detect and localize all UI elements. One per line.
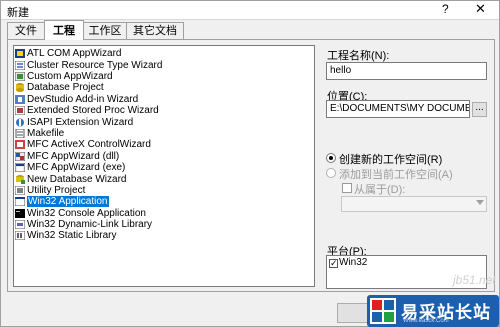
create-new-workspace-label: 创建新的工作空间(R)	[339, 154, 443, 166]
project-name-input[interactable]: hello	[326, 62, 487, 80]
list-item[interactable]: DevStudio Add-in Wizard	[15, 94, 138, 105]
add-to-workspace-label: 添加到当前工作空间(A)	[339, 169, 453, 181]
list-item-label: ATL COM AppWizard	[27, 48, 122, 59]
mfc-dll-icon	[15, 152, 25, 161]
browse-button[interactable]: ...	[472, 102, 487, 117]
list-item-label: MFC AppWizard (dll)	[27, 151, 120, 162]
list-item-label: Cluster Resource Type Wizard	[27, 60, 163, 71]
list-item-label: MFC ActiveX ControlWizard	[27, 139, 151, 150]
platform-checkbox[interactable]: ✓	[329, 259, 338, 268]
list-item-label: Win32 Static Library	[27, 230, 117, 241]
project-name-label: 工程名称(N):	[327, 50, 390, 62]
isapi-icon	[16, 118, 24, 127]
cluster-icon	[15, 61, 25, 70]
chevron-down-icon	[476, 200, 484, 205]
watermark: jb51.net	[453, 273, 496, 287]
dependency-select[interactable]	[341, 196, 487, 212]
utility-icon	[15, 186, 25, 195]
list-item-label: Win32 Application	[27, 196, 109, 207]
tab-workspaces[interactable]: 工作区	[83, 22, 127, 39]
tab-files[interactable]: 文件	[7, 22, 45, 39]
list-item[interactable]: MFC AppWizard (dll)	[15, 151, 119, 162]
list-item[interactable]: Win32 Console Application	[15, 208, 146, 219]
list-item-label: Extended Stored Proc Wizard	[27, 105, 159, 116]
mfc-exe-icon	[15, 163, 25, 172]
list-item-label: Win32 Dynamic-Link Library	[27, 219, 153, 230]
logo-subtext: Www.easck.Com	[403, 318, 449, 324]
list-item[interactable]: Utility Project	[15, 185, 85, 196]
list-item-label: Utility Project	[27, 185, 86, 196]
list-item[interactable]: Makefile	[15, 128, 64, 139]
list-item[interactable]: MFC ActiveX ControlWizard	[15, 139, 151, 150]
list-item-label: ISAPI Extension Wizard	[27, 117, 134, 128]
list-item-label: Makefile	[27, 128, 65, 139]
list-item[interactable]: Extended Stored Proc Wizard	[15, 105, 159, 116]
help-button[interactable]: ?	[442, 2, 449, 16]
list-item[interactable]: MFC AppWizard (exe)	[15, 162, 125, 173]
new-database-icon	[16, 175, 25, 184]
platform-item-label: Win32	[339, 257, 368, 268]
close-button[interactable]: ✕	[475, 1, 486, 17]
static-lib-icon	[15, 231, 25, 240]
win32-app-icon	[15, 197, 25, 206]
list-item-selected[interactable]: Win32 Application	[15, 196, 109, 207]
list-item[interactable]: Win32 Static Library	[15, 230, 116, 241]
location-input[interactable]: E:\DOCUMENTS\MY DOCUMENT	[326, 100, 470, 118]
new-dialog-window: 新建 ? ✕ 文件 工程 工作区 其它文档 ATL COM AppWizard …	[0, 0, 500, 327]
addin-icon	[15, 95, 25, 104]
site-logo: 易采站长站 Www.easck.Com	[367, 295, 499, 327]
atl-icon	[15, 49, 25, 58]
tab-other-documents[interactable]: 其它文档	[126, 22, 184, 39]
database-icon	[16, 83, 24, 92]
list-item-label: DevStudio Add-in Wizard	[27, 94, 139, 105]
custom-wizard-icon	[15, 72, 25, 81]
list-item[interactable]: Cluster Resource Type Wizard	[15, 60, 162, 71]
makefile-icon	[15, 129, 25, 138]
add-to-workspace-radio[interactable]	[326, 168, 336, 178]
project-type-list[interactable]: ATL COM AppWizard Cluster Resource Type …	[13, 45, 315, 287]
list-item-label: Custom AppWizard	[27, 71, 113, 82]
console-icon	[15, 209, 25, 218]
list-item[interactable]: Database Project	[15, 82, 104, 93]
stored-proc-icon	[15, 106, 25, 115]
activex-icon	[15, 140, 25, 149]
list-item-label: Database Project	[27, 82, 104, 93]
dll-icon	[15, 220, 25, 229]
list-item[interactable]: Win32 Dynamic-Link Library	[15, 219, 152, 230]
dependency-checkbox[interactable]	[342, 183, 352, 193]
title-bar: 新建 ? ✕	[1, 1, 499, 20]
list-item[interactable]: ISAPI Extension Wizard	[15, 117, 133, 128]
tab-projects[interactable]: 工程	[44, 20, 84, 40]
window-title: 新建	[7, 7, 29, 19]
list-item[interactable]: New Database Wizard	[15, 174, 126, 185]
list-item[interactable]: ATL COM AppWizard	[15, 48, 121, 59]
list-item-label: MFC AppWizard (exe)	[27, 162, 126, 173]
list-item-label: Win32 Console Application	[27, 208, 146, 219]
logo-icon	[370, 298, 396, 324]
list-item[interactable]: Custom AppWizard	[15, 71, 113, 82]
dependency-label: 从属于(D):	[354, 184, 406, 196]
create-new-workspace-radio[interactable]	[326, 153, 336, 163]
list-item-label: New Database Wizard	[27, 174, 127, 185]
